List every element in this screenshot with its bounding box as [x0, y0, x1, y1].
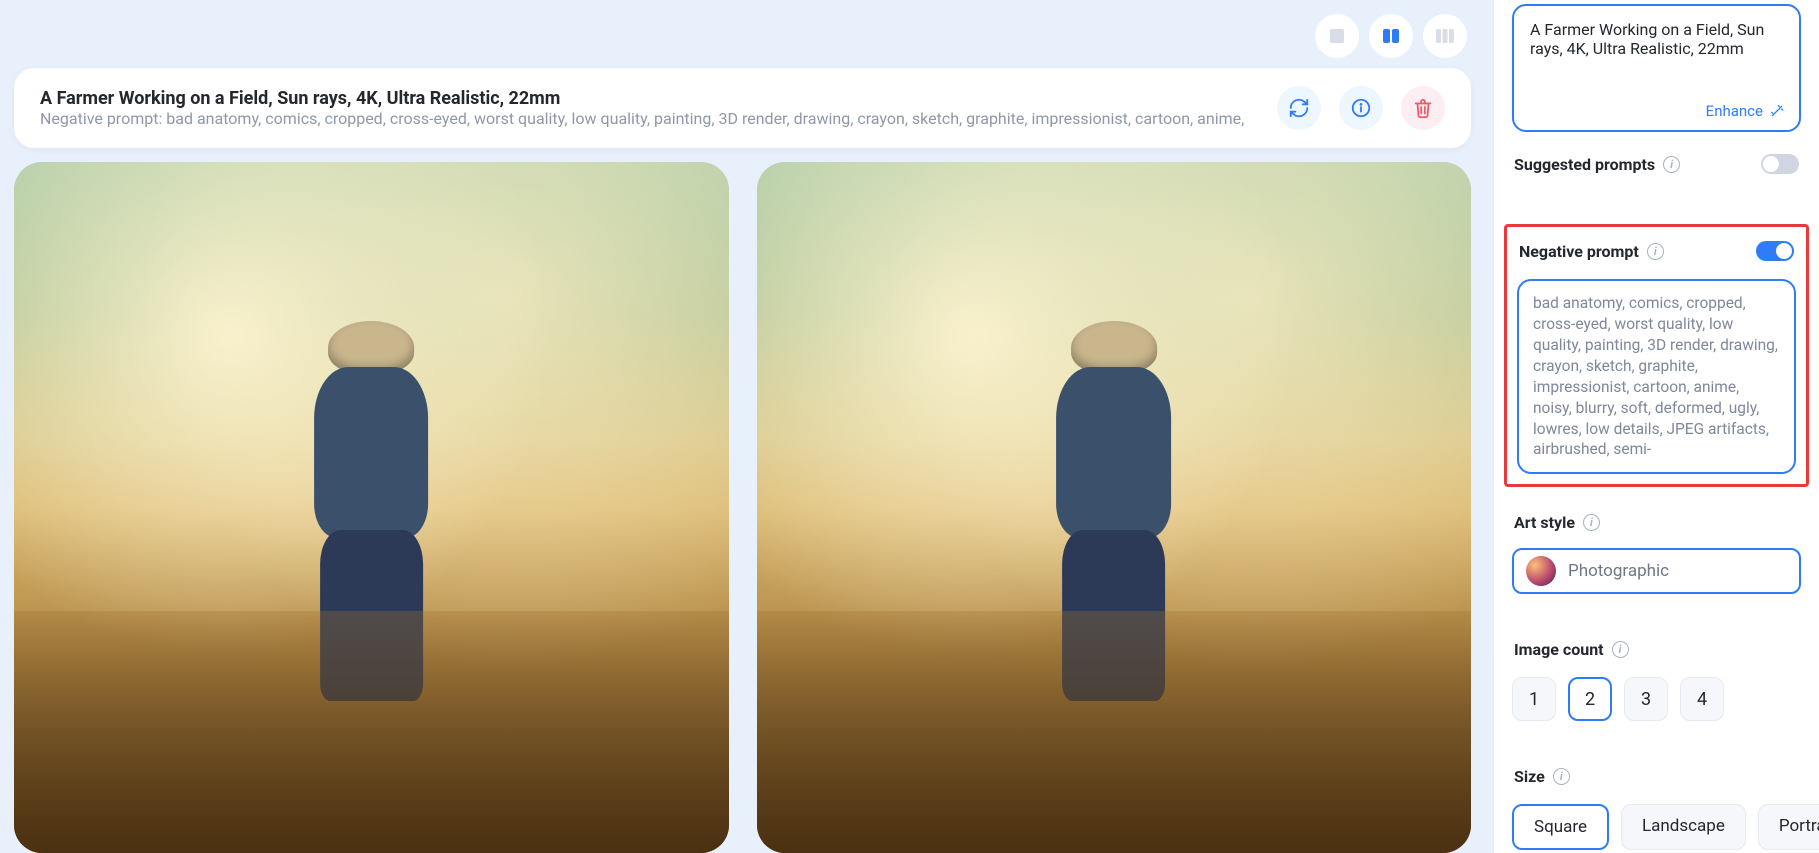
prompt-negative-line: Negative prompt: bad anatomy, comics, cr… — [40, 109, 1259, 128]
generated-image-2[interactable] — [757, 162, 1472, 853]
single-column-icon — [1327, 26, 1347, 46]
enhance-label: Enhance — [1706, 102, 1763, 120]
size-option-square[interactable]: Square — [1512, 804, 1609, 850]
trash-icon — [1412, 97, 1434, 119]
generated-images-row — [8, 162, 1477, 853]
layout-single-button[interactable] — [1315, 14, 1359, 58]
info-icon[interactable] — [1583, 514, 1600, 531]
regenerate-button[interactable] — [1277, 86, 1321, 130]
negative-prompt-header: Negative prompt — [1517, 237, 1796, 265]
layout-three-column-button[interactable] — [1423, 14, 1467, 58]
image-count-label: Image count — [1514, 640, 1604, 659]
info-icon[interactable] — [1663, 156, 1680, 173]
art-style-label: Art style — [1514, 513, 1575, 532]
negative-prompt-toggle[interactable] — [1756, 241, 1794, 261]
negative-prompt-input[interactable]: bad anatomy, comics, cropped, cross-eyed… — [1517, 279, 1796, 474]
prompt-card: A Farmer Working on a Field, Sun rays, 4… — [14, 68, 1471, 148]
three-column-icon — [1435, 26, 1455, 46]
image-count-option-4[interactable]: 4 — [1680, 677, 1724, 721]
negative-prompt-label: Negative prompt — [1519, 242, 1639, 261]
prompt-title: A Farmer Working on a Field, Sun rays, 4… — [40, 88, 1259, 109]
art-style-value: Photographic — [1568, 561, 1669, 581]
image-count-header: Image count — [1512, 636, 1801, 663]
info-icon[interactable] — [1647, 243, 1664, 260]
enhance-button[interactable]: Enhance — [1706, 102, 1785, 120]
art-style-selector[interactable]: Photographic — [1512, 548, 1801, 594]
negative-prompt-section: Negative prompt bad anatomy, comics, cro… — [1504, 224, 1809, 487]
two-column-icon — [1381, 26, 1401, 46]
size-option-landscape[interactable]: Landscape — [1621, 804, 1746, 850]
image-count-options: 1 2 3 4 — [1512, 677, 1801, 721]
size-option-portrait[interactable]: Portrait — [1758, 804, 1819, 850]
layout-controls — [8, 0, 1477, 68]
negative-prompt-text: bad anatomy, comics, cropped, cross-eyed… — [1533, 294, 1778, 458]
generated-image-1[interactable] — [14, 162, 729, 853]
refresh-icon — [1288, 97, 1310, 119]
main-panel: A Farmer Working on a Field, Sun rays, 4… — [0, 0, 1493, 853]
suggested-prompts-toggle[interactable] — [1761, 154, 1799, 174]
settings-sidebar: A Farmer Working on a Field, Sun rays, 4… — [1493, 0, 1819, 853]
prompt-card-text: A Farmer Working on a Field, Sun rays, 4… — [40, 88, 1259, 128]
suggested-prompts-label: Suggested prompts — [1514, 155, 1655, 174]
suggested-prompts-header: Suggested prompts — [1512, 150, 1801, 178]
layout-two-column-button[interactable] — [1369, 14, 1413, 58]
info-button[interactable] — [1339, 86, 1383, 130]
prompt-input-text: A Farmer Working on a Field, Sun rays, 4… — [1530, 20, 1764, 58]
size-header: Size — [1512, 763, 1801, 790]
image-count-option-3[interactable]: 3 — [1624, 677, 1668, 721]
image-count-option-2[interactable]: 2 — [1568, 677, 1612, 721]
magic-wand-icon — [1769, 103, 1785, 119]
delete-button[interactable] — [1401, 86, 1445, 130]
size-label: Size — [1514, 767, 1545, 786]
image-count-option-1[interactable]: 1 — [1512, 677, 1556, 721]
prompt-input[interactable]: A Farmer Working on a Field, Sun rays, 4… — [1512, 4, 1801, 132]
info-icon — [1350, 97, 1372, 119]
info-icon[interactable] — [1553, 768, 1570, 785]
info-icon[interactable] — [1612, 641, 1629, 658]
art-style-thumbnail — [1526, 556, 1556, 586]
size-options: Square Landscape Portrait — [1512, 804, 1801, 850]
art-style-header: Art style — [1512, 509, 1801, 536]
